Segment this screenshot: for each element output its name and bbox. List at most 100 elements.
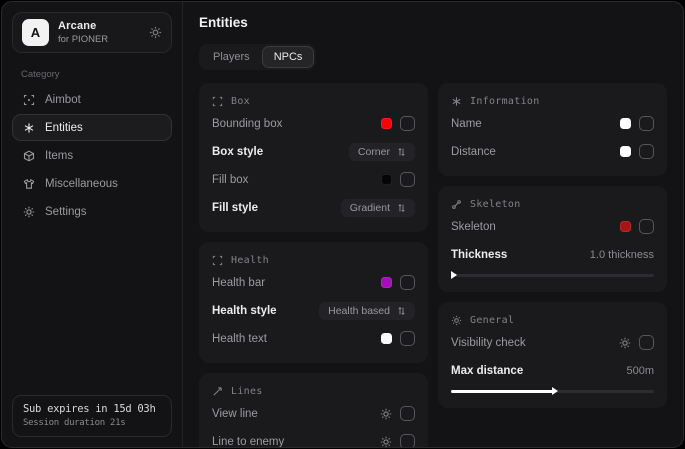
bounding-box-color-swatch[interactable]	[381, 118, 392, 129]
subscription-info: Sub expires in 15d 03h Session duration …	[12, 395, 172, 437]
sidebar-item-label: Settings	[45, 206, 87, 218]
distance-row: Distance	[451, 140, 654, 163]
line-to-enemy-label: Line to enemy	[212, 436, 284, 448]
skeleton-checkbox[interactable]	[639, 219, 654, 234]
thickness-slider[interactable]	[451, 274, 654, 277]
general-card: General Visibility check	[438, 302, 667, 408]
sidebar-item-label: Entities	[45, 122, 83, 134]
box-style-label: Box style	[212, 146, 263, 158]
health-style-select[interactable]: Health based	[319, 302, 415, 320]
line-to-enemy-checkbox[interactable]	[400, 434, 415, 447]
entity-type-tabs: Players NPCs	[199, 44, 316, 70]
sidebar-item-entities[interactable]: Entities	[12, 114, 172, 141]
distance-checkbox[interactable]	[639, 144, 654, 159]
tab-npcs[interactable]: NPCs	[262, 46, 315, 68]
distance-label: Distance	[451, 146, 496, 158]
health-card-title: Health	[231, 255, 269, 266]
gear-icon[interactable]	[619, 337, 631, 349]
lines-card-title: Lines	[231, 386, 263, 397]
information-card-title: Information	[470, 96, 540, 107]
crosshair-icon	[22, 94, 35, 106]
box-style-row: Box style Corner	[212, 140, 415, 163]
health-card: Health Health bar Health style Health ba…	[199, 242, 428, 363]
bounding-box-row: Bounding box	[212, 112, 415, 135]
entities-icon	[22, 122, 35, 134]
health-text-label: Health text	[212, 333, 267, 345]
box-style-select[interactable]: Corner	[349, 143, 415, 161]
health-text-checkbox[interactable]	[400, 331, 415, 346]
sidebar: A Arcane for PIONER Category Aimbot	[2, 2, 183, 447]
view-line-checkbox[interactable]	[400, 406, 415, 421]
health-text-row: Health text	[212, 327, 415, 350]
box-style-value: Corner	[358, 146, 390, 158]
gear-icon[interactable]	[149, 26, 162, 39]
asterisk-icon	[451, 96, 462, 107]
fill-box-row: Fill box	[212, 168, 415, 191]
unfold-icon	[397, 147, 406, 157]
fill-box-checkbox[interactable]	[400, 172, 415, 187]
app-subtitle: for PIONER	[58, 34, 108, 45]
cube-icon	[22, 150, 35, 162]
gear-icon[interactable]	[380, 408, 392, 420]
sidebar-item-label: Miscellaneous	[45, 178, 118, 190]
name-color-swatch[interactable]	[620, 118, 631, 129]
tab-players[interactable]: Players	[201, 46, 262, 68]
fill-box-color-swatch[interactable]	[381, 174, 392, 185]
health-bar-checkbox[interactable]	[400, 275, 415, 290]
health-style-label: Health style	[212, 305, 277, 317]
sidebar-item-aimbot[interactable]: Aimbot	[12, 86, 172, 113]
brand-text: Arcane for PIONER	[58, 20, 108, 45]
category-label: Category	[21, 69, 172, 80]
sub-expires-text: Sub expires in 15d 03h	[23, 403, 161, 415]
app-window: A Arcane for PIONER Category Aimbot	[1, 1, 684, 448]
health-text-color-swatch[interactable]	[381, 333, 392, 344]
max-distance-row: Max distance 500m	[451, 359, 654, 382]
general-card-title: General	[470, 315, 514, 326]
session-duration-text: Session duration 21s	[23, 418, 161, 428]
skeleton-row: Skeleton	[451, 215, 654, 238]
lines-card-header: Lines	[212, 383, 415, 397]
box-card: Box Bounding box Box style Corner	[199, 83, 428, 232]
view-line-label: View line	[212, 408, 258, 420]
name-label: Name	[451, 118, 482, 130]
fill-style-row: Fill style Gradient	[212, 196, 415, 219]
name-checkbox[interactable]	[639, 116, 654, 131]
bounding-box-checkbox[interactable]	[400, 116, 415, 131]
shirt-icon	[22, 178, 35, 190]
distance-color-swatch[interactable]	[620, 146, 631, 157]
fill-style-value: Gradient	[350, 202, 390, 214]
page-title: Entities	[199, 15, 667, 30]
skeleton-card-title: Skeleton	[470, 199, 521, 210]
view-line-row: View line	[212, 402, 415, 425]
gear-icon	[22, 206, 35, 218]
sidebar-item-items[interactable]: Items	[12, 142, 172, 169]
line-to-enemy-row: Line to enemy	[212, 430, 415, 447]
visibility-check-row: Visibility check	[451, 331, 654, 354]
name-row: Name	[451, 112, 654, 135]
visibility-check-checkbox[interactable]	[639, 335, 654, 350]
skeleton-color-swatch[interactable]	[620, 221, 631, 232]
fill-box-label: Fill box	[212, 174, 248, 186]
main-panel: Entities Players NPCs Box	[183, 2, 683, 447]
general-card-header: General	[451, 312, 654, 326]
max-distance-slider-fill	[451, 390, 555, 393]
box-card-header: Box	[212, 93, 415, 107]
bounding-box-label: Bounding box	[212, 118, 282, 130]
health-style-value: Health based	[328, 305, 390, 317]
skeleton-card-header: Skeleton	[451, 196, 654, 210]
max-distance-label: Max distance	[451, 365, 523, 377]
max-distance-slider[interactable]	[451, 390, 654, 393]
health-style-row: Health style Health based	[212, 299, 415, 322]
fill-style-select[interactable]: Gradient	[341, 199, 415, 217]
brackets-icon	[212, 96, 223, 107]
health-bar-color-swatch[interactable]	[381, 277, 392, 288]
visibility-check-label: Visibility check	[451, 337, 526, 349]
health-bar-row: Health bar	[212, 271, 415, 294]
sidebar-item-miscellaneous[interactable]: Miscellaneous	[12, 170, 172, 197]
thickness-label: Thickness	[451, 249, 507, 261]
sun-icon	[451, 315, 462, 326]
sidebar-item-label: Aimbot	[45, 94, 81, 106]
sidebar-item-settings[interactable]: Settings	[12, 198, 172, 225]
gear-icon[interactable]	[380, 436, 392, 448]
skeleton-label: Skeleton	[451, 221, 496, 233]
